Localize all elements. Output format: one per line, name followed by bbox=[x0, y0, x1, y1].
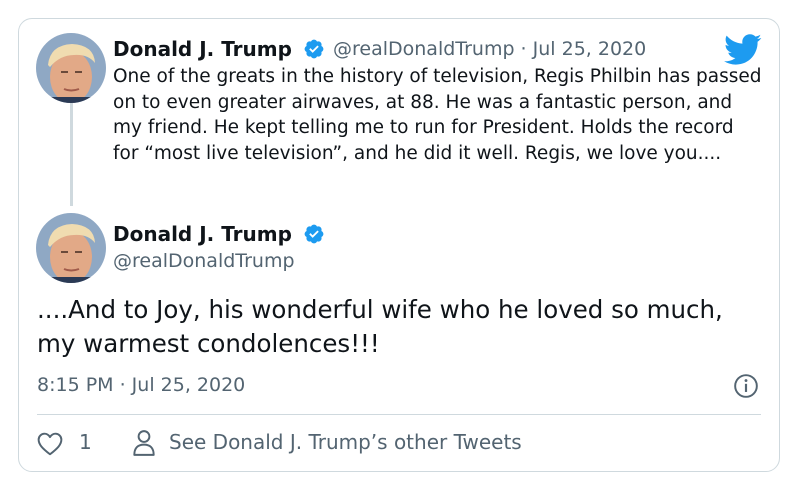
verified-badge-icon bbox=[304, 39, 324, 59]
person-icon[interactable] bbox=[132, 429, 156, 457]
main-author-handle[interactable]: @realDonaldTrump bbox=[113, 250, 295, 272]
actions-divider bbox=[37, 414, 761, 415]
reply-tweet-text: One of the greats in the history of tele… bbox=[113, 66, 762, 164]
info-icon[interactable] bbox=[733, 373, 759, 399]
heart-icon[interactable] bbox=[37, 432, 63, 456]
main-author-name[interactable]: Donald J. Trump bbox=[113, 222, 292, 246]
reply-handle-and-date[interactable]: @realDonaldTrump · Jul 25, 2020 bbox=[333, 38, 646, 60]
thread-connector-line bbox=[70, 103, 73, 206]
see-other-tweets-link[interactable]: See Donald J. Trump’s other Tweets bbox=[169, 430, 522, 454]
tweet-timestamp[interactable]: 8:15 PM · Jul 25, 2020 bbox=[37, 374, 245, 396]
verified-badge-icon bbox=[304, 224, 324, 244]
like-count[interactable]: 1 bbox=[79, 430, 92, 454]
main-tweet-text: ....And to Joy, his wonderful wife who h… bbox=[37, 295, 723, 358]
reply-author-name[interactable]: Donald J. Trump bbox=[113, 37, 292, 61]
twitter-bird-icon[interactable] bbox=[724, 33, 762, 65]
main-author-avatar[interactable] bbox=[36, 213, 106, 283]
reply-author-avatar[interactable] bbox=[36, 33, 106, 103]
